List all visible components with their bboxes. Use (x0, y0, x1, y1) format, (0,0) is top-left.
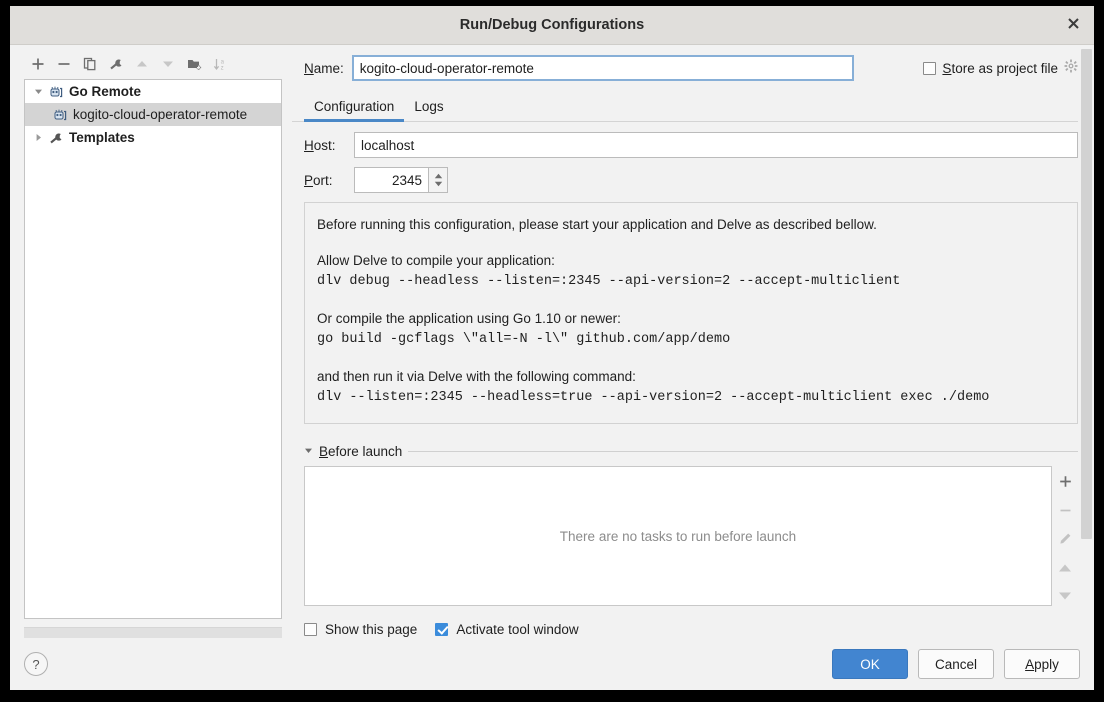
host-input[interactable] (354, 132, 1078, 158)
tree-toolbar: a z (24, 51, 282, 77)
show-this-page-label: Show this page (325, 621, 418, 637)
instructions-line: Allow Delve to compile your application: (317, 253, 555, 268)
wrench-icon (47, 131, 65, 145)
port-row: Port: (304, 167, 1078, 193)
store-as-project-file-checkbox[interactable] (923, 61, 937, 75)
pencil-icon[interactable] (1055, 529, 1075, 549)
svg-text:a: a (220, 59, 224, 65)
configurations-tree[interactable]: Go Remote kogito-cloud-operator-remote T… (24, 79, 282, 619)
tree-item-templates[interactable]: Templates (25, 126, 281, 149)
chevron-down-icon[interactable] (29, 87, 47, 96)
port-spinner-buttons[interactable] (428, 167, 448, 193)
configuration-tab-content: Host: Port: Before running this configur (292, 122, 1094, 638)
tab-logs[interactable]: Logs (404, 99, 453, 121)
command-line: dlv debug --headless --listen=:2345 --ap… (317, 274, 901, 289)
instructions-line: and then run it via Delve with the follo… (317, 369, 636, 384)
gear-icon[interactable] (1064, 59, 1078, 78)
activate-tool-window-checkbox[interactable] (435, 622, 449, 636)
before-launch-label: Before launch (319, 443, 403, 459)
ok-button[interactable]: OK (832, 649, 908, 679)
apply-button[interactable]: Apply (1004, 649, 1080, 679)
name-input[interactable] (351, 55, 854, 81)
activate-tool-window-label: Activate tool window (456, 621, 579, 637)
before-launch-task-list[interactable]: There are no tasks to run before launch (304, 466, 1052, 606)
store-as-project-file-row[interactable]: Store as project file (923, 59, 1078, 78)
arrow-up-icon[interactable] (130, 52, 154, 76)
configuration-editor-panel: Name: Store as project file (282, 45, 1094, 638)
go-remote-icon (47, 85, 65, 99)
editor-vertical-scrollbar[interactable] (1081, 45, 1092, 638)
add-task-button[interactable] (1055, 472, 1075, 492)
store-as-project-file-label: Store as project file (942, 60, 1058, 76)
before-launch-actions (1052, 466, 1078, 606)
run-debug-configurations-dialog: Run/Debug Configurations a z Go Remote k… (10, 6, 1094, 690)
command-line: dlv --listen=:2345 --headless=true --api… (317, 390, 990, 405)
help-button[interactable]: ? (24, 652, 48, 676)
configurations-panel: a z Go Remote kogito-cloud-operator-remo… (10, 45, 282, 638)
remove-task-button[interactable] (1055, 501, 1075, 521)
tree-horizontal-scrollbar[interactable] (24, 627, 282, 638)
add-configuration-button[interactable] (26, 52, 50, 76)
before-launch-empty-text: There are no tasks to run before launch (559, 528, 797, 544)
port-stepper[interactable] (354, 167, 448, 193)
instructions-line: Before running this configuration, pleas… (317, 217, 877, 232)
tree-item-kogito-cloud-operator-remote[interactable]: kogito-cloud-operator-remote (25, 103, 281, 126)
before-launch-panel: There are no tasks to run before launch (304, 466, 1078, 606)
divider (408, 450, 1078, 452)
name-label: Name: (304, 60, 344, 76)
cancel-button[interactable]: Cancel (918, 649, 994, 679)
dialog-title: Run/Debug Configurations (459, 17, 645, 33)
spinner-down-icon (434, 181, 442, 187)
dialog-body: a z Go Remote kogito-cloud-operator-remo… (10, 45, 1094, 638)
chevron-down-icon[interactable] (304, 442, 313, 460)
bottom-options-row: Show this page Activate tool window (304, 620, 1078, 638)
scrollbar-thumb[interactable] (1081, 49, 1092, 539)
move-task-down-button[interactable] (1055, 586, 1075, 606)
dialog-titlebar: Run/Debug Configurations (10, 6, 1094, 45)
port-input[interactable] (354, 167, 428, 193)
wrench-icon[interactable] (104, 52, 128, 76)
tree-item-go-remote[interactable]: Go Remote (25, 80, 281, 103)
chevron-right-icon[interactable] (29, 133, 47, 142)
spinner-up-icon (434, 173, 442, 179)
tab-configuration[interactable]: Configuration (304, 99, 405, 122)
command-line: go build -gcflags \"all=-N -l\" github.c… (317, 332, 731, 347)
go-remote-icon (51, 108, 69, 122)
host-label: Host: (304, 137, 336, 153)
delve-instructions-box: Before running this configuration, pleas… (304, 202, 1078, 424)
close-icon[interactable] (1058, 10, 1088, 40)
move-task-up-button[interactable] (1055, 558, 1075, 578)
arrow-down-icon[interactable] (156, 52, 180, 76)
folder-add-icon[interactable] (182, 52, 206, 76)
name-row: Name: Store as project file (292, 45, 1094, 91)
tree-item-label: Templates (69, 130, 135, 145)
host-row: Host: (304, 132, 1078, 158)
remove-configuration-button[interactable] (52, 52, 76, 76)
instructions-line: Or compile the application using Go 1.10… (317, 311, 621, 326)
dialog-footer: ? OK Cancel Apply (10, 638, 1094, 690)
copy-configuration-button[interactable] (78, 52, 102, 76)
tree-item-label: Go Remote (69, 84, 142, 99)
tree-item-label: kogito-cloud-operator-remote (73, 107, 248, 122)
sort-az-icon[interactable]: a z (208, 52, 232, 76)
before-launch-header[interactable]: Before launch (304, 442, 1078, 460)
svg-text:z: z (220, 66, 223, 71)
footer-buttons: OK Cancel Apply (832, 649, 1080, 679)
show-this-page-checkbox[interactable] (304, 622, 317, 636)
port-label: Port: (304, 172, 333, 188)
editor-tabs: Configuration Logs (292, 91, 1078, 122)
